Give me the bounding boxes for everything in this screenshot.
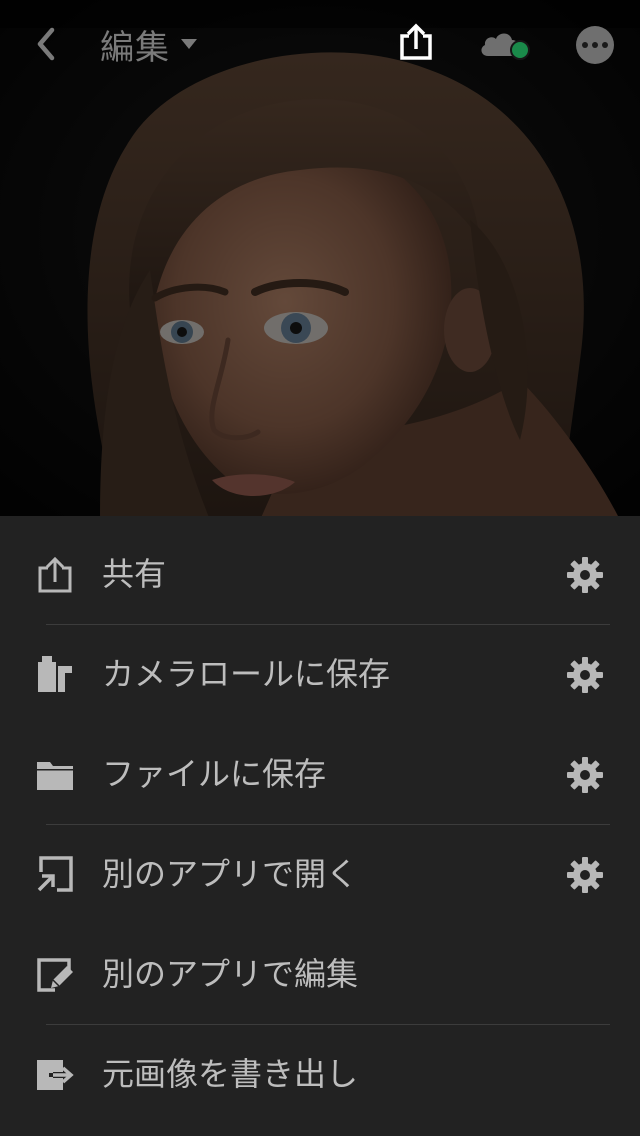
gear-icon — [567, 857, 603, 893]
menu-item-save-files[interactable]: ファイルに保存 — [0, 724, 640, 824]
more-dot-icon — [602, 42, 608, 48]
top-bar: 編集 — [0, 0, 640, 90]
menu-item-label: 別のアプリで開く — [102, 855, 359, 893]
menu-item-label: カメラロールに保存 — [102, 655, 391, 693]
sync-status-dot — [510, 40, 530, 60]
share-settings-button[interactable] — [564, 554, 606, 596]
mode-dropdown[interactable]: 編集 — [100, 20, 198, 68]
open-in-settings-button[interactable] — [564, 854, 606, 896]
menu-item-label: 共有 — [102, 555, 167, 593]
menu-item-label: 元画像を書き出し — [102, 1055, 359, 1093]
share-icon — [400, 23, 432, 60]
open-in-icon — [34, 854, 76, 894]
status-bar — [0, 0, 640, 28]
cloud-sync-button[interactable] — [476, 22, 536, 66]
app-screen: 編集 共有 カメラロールに保存 ファイルに保存 別のアプリで開く 別のアプリで編… — [0, 0, 640, 1136]
menu-item-open-in[interactable]: 別のアプリで開く — [0, 824, 640, 924]
chevron-left-icon — [37, 27, 55, 61]
menu-item-label: ファイルに保存 — [102, 755, 327, 793]
share-action-sheet: 共有 カメラロールに保存 ファイルに保存 別のアプリで開く 別のアプリで編集 元… — [0, 516, 640, 1136]
menu-item-label: 別のアプリで編集 — [102, 955, 359, 993]
gear-icon — [567, 757, 603, 793]
more-dot-icon — [582, 42, 588, 48]
export-original-icon — [34, 1054, 76, 1094]
back-button[interactable] — [24, 22, 68, 66]
gear-icon — [567, 657, 603, 693]
share-button[interactable] — [392, 18, 440, 66]
page-title: 編集 — [100, 27, 170, 68]
share-icon — [34, 554, 76, 594]
edit-in-icon — [34, 954, 76, 994]
more-options-button[interactable] — [576, 26, 614, 64]
camera-roll-settings-button[interactable] — [564, 654, 606, 696]
files-settings-button[interactable] — [564, 754, 606, 796]
more-dot-icon — [592, 42, 598, 48]
menu-item-share[interactable]: 共有 — [0, 524, 640, 624]
camera-roll-icon — [34, 654, 76, 694]
gear-icon — [567, 557, 603, 593]
menu-item-edit-in[interactable]: 別のアプリで編集 — [0, 924, 640, 1024]
folder-icon — [34, 754, 76, 794]
menu-item-export-original[interactable]: 元画像を書き出し — [0, 1024, 640, 1124]
caret-down-icon — [181, 39, 197, 49]
menu-item-save-camera-roll[interactable]: カメラロールに保存 — [0, 624, 640, 724]
